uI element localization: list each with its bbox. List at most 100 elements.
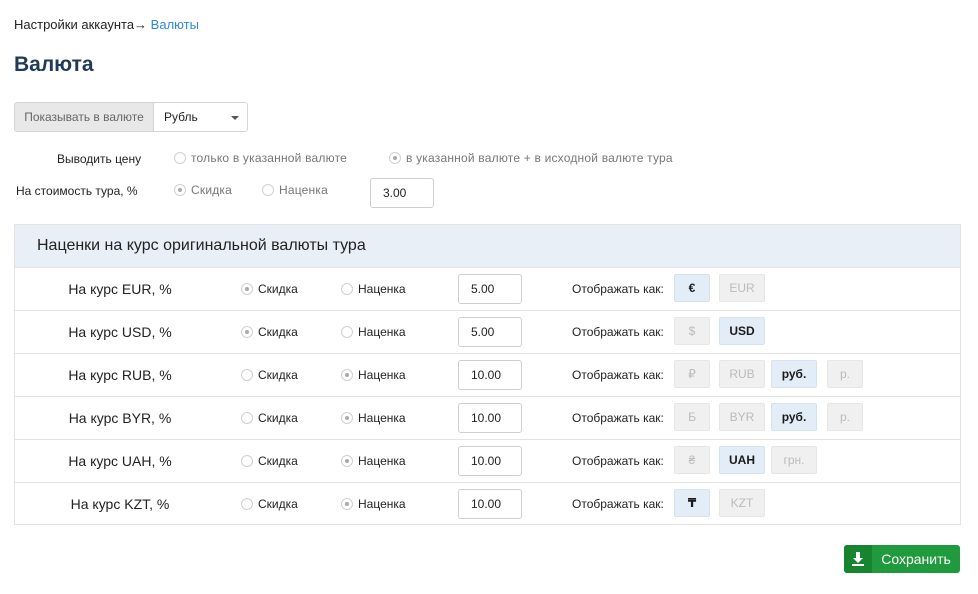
markup-panel-title: Наценки на курс оригинальной валюты тура — [15, 225, 960, 267]
row-rate-input[interactable]: 10.00 — [458, 360, 522, 390]
row-label: На курс USD, % — [68, 324, 172, 340]
row-label: На курс KZT, % — [70, 496, 170, 512]
currency-symbol-button[interactable]: руб. — [771, 360, 817, 388]
currency-symbol-button[interactable]: USD — [719, 317, 765, 345]
currency-select[interactable]: Рубль — [154, 103, 247, 131]
tour-cost-option-markup-label: Наценка — [279, 183, 328, 197]
price-display-option-only[interactable]: только в указанной валюте — [174, 151, 347, 165]
row-option-discount-label: Скидка — [258, 411, 298, 425]
table-row: На курс USD, % Скидка Наценка 5.00 Отображат… — [15, 310, 960, 353]
currency-symbol-button[interactable]: руб. — [771, 403, 817, 431]
row-option-markup-label: Наценка — [358, 411, 406, 425]
breadcrumb-arrow: → — [134, 17, 148, 32]
radio-discount[interactable] — [241, 283, 253, 295]
currency-symbol-button[interactable]: грн. — [771, 446, 817, 474]
currency-symbol-button[interactable]: ₴ — [674, 446, 710, 474]
row-option-markup-label: Наценка — [358, 282, 406, 296]
display-as-label: Отображать как: — [572, 282, 664, 296]
row-rate-input[interactable]: 5.00 — [458, 274, 522, 304]
row-rate-input[interactable]: 10.00 — [458, 403, 522, 433]
table-row: На курс KZT, % Скидка Наценка 10.00 Отобража… — [15, 482, 960, 525]
currency-symbol-button[interactable]: ₽ — [674, 360, 710, 388]
row-option-markup[interactable]: Наценка — [341, 483, 406, 525]
row-option-markup-label: Наценка — [358, 454, 406, 468]
markup-rows: На курс EUR, % Скидка Наценка 5.00 Отображат… — [15, 267, 960, 525]
price-display-label: Выводить цену — [57, 152, 142, 166]
radio-markup[interactable] — [341, 498, 353, 510]
row-option-discount-label: Скидка — [258, 497, 298, 511]
row-option-discount-label: Скидка — [258, 325, 298, 339]
row-rate-input[interactable]: 10.00 — [458, 446, 522, 476]
currency-symbol-button[interactable]: KZT — [719, 489, 765, 517]
display-as-label: Отображать как: — [572, 497, 664, 511]
breadcrumb-current[interactable]: Валюты — [151, 17, 199, 32]
radio-tour-markup[interactable] — [262, 184, 274, 196]
radio-markup[interactable] — [341, 412, 353, 424]
row-option-discount[interactable]: Скидка — [241, 268, 298, 310]
radio-discount[interactable] — [241, 326, 253, 338]
radio-discount[interactable] — [241, 498, 253, 510]
row-option-markup-label: Наценка — [358, 497, 406, 511]
table-row: На курс EUR, % Скидка Наценка 5.00 Отображат… — [15, 267, 960, 310]
radio-discount[interactable] — [241, 455, 253, 467]
row-option-markup[interactable]: Наценка — [341, 311, 406, 353]
radio-markup[interactable] — [341, 283, 353, 295]
row-option-discount[interactable]: Скидка — [241, 354, 298, 396]
tour-cost-label: На стоимость тура, % — [16, 184, 138, 198]
table-row: На курс RUB, % Скидка Наценка 10.00 Отобража… — [15, 353, 960, 396]
row-option-markup-label: Наценка — [358, 325, 406, 339]
price-display-option-only-label: только в указанной валюте — [191, 151, 348, 165]
row-option-markup-label: Наценка — [358, 368, 406, 382]
row-option-discount[interactable]: Скидка — [241, 483, 298, 525]
radio-discount[interactable] — [241, 412, 253, 424]
save-button[interactable]: Сохранить — [844, 545, 960, 573]
currency-symbol-button[interactable]: RUB — [719, 360, 765, 388]
row-rate-input[interactable]: 10.00 — [458, 489, 522, 519]
tour-cost-option-markup[interactable]: Наценка — [262, 183, 328, 197]
row-option-markup[interactable]: Наценка — [341, 440, 406, 482]
display-as-label: Отображать как: — [572, 325, 664, 339]
row-option-discount-label: Скидка — [258, 454, 298, 468]
table-row: На курс BYR, % Скидка Наценка 10.00 Отобража… — [15, 396, 960, 439]
currency-symbol-button[interactable]: р. — [827, 360, 863, 388]
display-as-label: Отображать как: — [572, 454, 664, 468]
currency-symbol-button[interactable]: ₸ — [674, 489, 710, 517]
row-option-discount[interactable]: Скидка — [241, 440, 298, 482]
row-option-discount-label: Скидка — [258, 282, 298, 296]
currency-symbol-button[interactable]: р. — [827, 403, 863, 431]
download-icon — [844, 545, 872, 573]
breadcrumb-parent[interactable]: Настройки аккаунта — [14, 17, 134, 32]
currency-symbol-button[interactable]: BYR — [719, 403, 765, 431]
price-display-option-both-label: в указанной валюте + в исходной валюте т… — [406, 151, 673, 165]
currency-select-label: Показывать в валюте — [15, 103, 154, 131]
row-label: На курс EUR, % — [68, 281, 172, 297]
radio-markup[interactable] — [341, 455, 353, 467]
price-display-option-both[interactable]: в указанной валюте + в исходной валюте т… — [389, 151, 673, 165]
row-label: На курс UAH, % — [68, 453, 172, 469]
currency-select-group: Показывать в валюте Рубль — [14, 102, 248, 132]
currency-symbol-button[interactable]: $ — [674, 317, 710, 345]
row-option-discount[interactable]: Скидка — [241, 397, 298, 439]
currency-symbol-button[interactable]: EUR — [719, 274, 765, 302]
row-option-discount[interactable]: Скидка — [241, 311, 298, 353]
row-option-markup[interactable]: Наценка — [341, 354, 406, 396]
table-row: На курс UAH, % Скидка Наценка 10.00 Отобража… — [15, 439, 960, 482]
radio-discount[interactable] — [241, 369, 253, 381]
currency-symbol-button[interactable]: Ƃ — [674, 403, 710, 431]
row-option-markup[interactable]: Наценка — [341, 268, 406, 310]
radio-only-currency[interactable] — [174, 152, 186, 164]
row-label: На курс RUB, % — [68, 367, 172, 383]
row-option-discount-label: Скидка — [258, 368, 298, 382]
row-label: На курс BYR, % — [68, 410, 172, 426]
radio-tour-discount[interactable] — [174, 184, 186, 196]
radio-both-currencies[interactable] — [389, 152, 401, 164]
row-option-markup[interactable]: Наценка — [341, 397, 406, 439]
radio-markup[interactable] — [341, 326, 353, 338]
radio-markup[interactable] — [341, 369, 353, 381]
tour-cost-option-discount[interactable]: Скидка — [174, 183, 232, 197]
currency-symbol-button[interactable]: € — [674, 274, 710, 302]
display-as-label: Отображать как: — [572, 411, 664, 425]
currency-symbol-button[interactable]: UAH — [719, 446, 765, 474]
tour-cost-input[interactable]: 3.00 — [370, 178, 434, 208]
row-rate-input[interactable]: 5.00 — [458, 317, 522, 347]
